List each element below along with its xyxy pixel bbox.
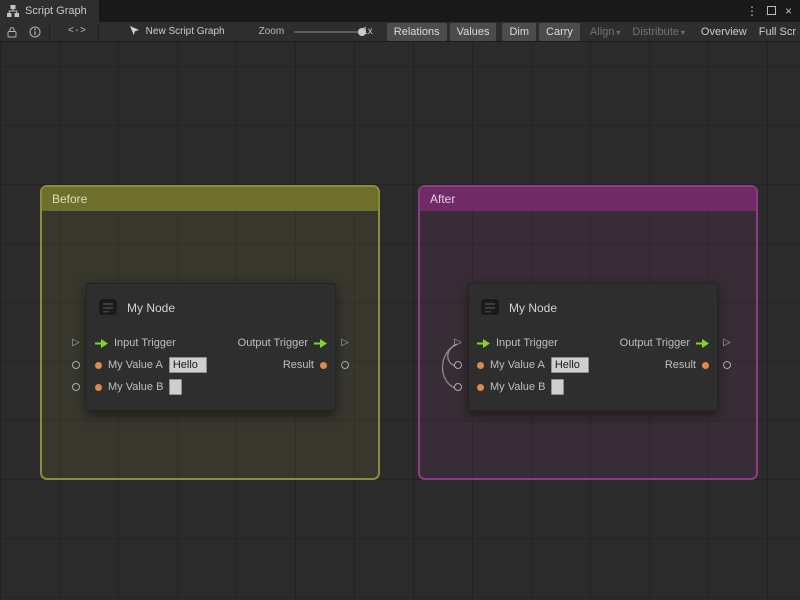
group-after[interactable]: After ▷ ▷ My Node bbox=[418, 185, 758, 480]
group-before-header[interactable]: Before bbox=[42, 187, 378, 211]
value-port-icon[interactable] bbox=[702, 362, 709, 369]
graph-asset-icon bbox=[129, 25, 140, 39]
align-button[interactable]: Align▾ bbox=[586, 24, 624, 40]
port-label-input-trigger: Input Trigger bbox=[114, 337, 176, 349]
unit-icon bbox=[480, 297, 500, 320]
chevron-down-icon: ▾ bbox=[616, 28, 620, 37]
values-button[interactable]: Values bbox=[450, 23, 497, 41]
flow-output-port[interactable]: ▷ bbox=[341, 338, 349, 348]
flow-arrow-icon[interactable] bbox=[696, 339, 709, 348]
group-after-header[interactable]: After bbox=[420, 187, 756, 211]
flow-input-port[interactable]: ▷ bbox=[72, 338, 80, 348]
node-title: My Node bbox=[509, 301, 557, 315]
port-label-result: Result bbox=[665, 359, 696, 371]
close-icon[interactable]: × bbox=[785, 5, 792, 17]
port-label-value-b: My Value B bbox=[108, 381, 163, 393]
lock-icon[interactable] bbox=[7, 26, 17, 38]
graph-name-label: New Script Graph bbox=[146, 26, 225, 37]
node-row: My Value A Result bbox=[87, 354, 335, 376]
distribute-button[interactable]: Distribute▾ bbox=[628, 24, 688, 40]
flow-arrow-icon[interactable] bbox=[314, 339, 327, 348]
port-label-output-trigger: Output Trigger bbox=[238, 337, 308, 349]
unit-icon bbox=[98, 297, 118, 320]
window-controls: ⋮ × bbox=[746, 5, 800, 17]
group-before[interactable]: Before ▷ ▷ My Node Input Trigger bbox=[40, 185, 380, 480]
result-port[interactable] bbox=[723, 361, 731, 369]
graph-asset-button[interactable]: New Script Graph bbox=[129, 25, 225, 39]
flow-arrow-icon[interactable] bbox=[477, 339, 490, 348]
value-b-port[interactable] bbox=[72, 383, 80, 391]
toolbar-divider bbox=[98, 25, 99, 39]
value-b-input[interactable] bbox=[169, 379, 182, 395]
tab-script-graph[interactable]: Script Graph bbox=[0, 0, 99, 22]
distribute-label: Distribute bbox=[632, 26, 678, 38]
node-title: My Node bbox=[127, 301, 175, 315]
flow-arrow-icon[interactable] bbox=[95, 339, 108, 348]
zoom-slider-handle[interactable] bbox=[358, 28, 366, 36]
flow-output-port[interactable]: ▷ bbox=[723, 338, 731, 348]
code-icon[interactable]: <·> bbox=[68, 26, 86, 37]
group-before-title: Before bbox=[52, 192, 87, 206]
value-b-input[interactable] bbox=[551, 379, 564, 395]
node-my-node[interactable]: My Node Input Trigger Output Trigger bbox=[468, 283, 718, 411]
maximize-icon[interactable] bbox=[767, 5, 776, 17]
value-port-icon[interactable] bbox=[477, 384, 484, 391]
port-label-value-a: My Value A bbox=[108, 359, 163, 371]
node-header[interactable]: My Node bbox=[87, 284, 335, 332]
flow-input-port[interactable]: ▷ bbox=[454, 338, 462, 348]
value-a-input[interactable] bbox=[169, 357, 207, 373]
port-label-input-trigger: Input Trigger bbox=[496, 337, 558, 349]
value-b-port[interactable] bbox=[454, 383, 462, 391]
overview-button[interactable]: Overview bbox=[697, 24, 751, 40]
info-icon[interactable] bbox=[29, 26, 41, 38]
value-port-icon[interactable] bbox=[95, 362, 102, 369]
zoom-slider[interactable] bbox=[294, 27, 358, 37]
chevron-down-icon: ▾ bbox=[681, 28, 685, 37]
result-port[interactable] bbox=[341, 361, 349, 369]
value-a-input[interactable] bbox=[551, 357, 589, 373]
node-row: My Value A Result bbox=[469, 354, 717, 376]
value-port-icon[interactable] bbox=[95, 384, 102, 391]
zoom-label: Zoom bbox=[259, 26, 285, 37]
port-label-value-a: My Value A bbox=[490, 359, 545, 371]
value-port-icon[interactable] bbox=[477, 362, 484, 369]
align-label: Align bbox=[590, 26, 614, 38]
relations-button[interactable]: Relations bbox=[387, 23, 447, 41]
node-row: My Value B bbox=[469, 376, 717, 398]
node-row: My Value B bbox=[87, 376, 335, 398]
node-row: Input Trigger Output Trigger bbox=[87, 332, 335, 354]
value-a-port[interactable] bbox=[454, 361, 462, 369]
graph-canvas[interactable]: Before ▷ ▷ My Node Input Trigger bbox=[0, 42, 800, 600]
value-port-icon[interactable] bbox=[320, 362, 327, 369]
port-label-value-b: My Value B bbox=[490, 381, 545, 393]
group-after-title: After bbox=[430, 192, 455, 206]
toolbar-divider bbox=[49, 25, 50, 39]
dim-button[interactable]: Dim bbox=[502, 23, 536, 41]
fullscreen-button[interactable]: Full Scr bbox=[755, 24, 800, 40]
graph-toolbar: <·> New Script Graph Zoom 1x Relations V… bbox=[0, 22, 800, 42]
script-graph-icon bbox=[7, 5, 19, 17]
kebab-menu-icon[interactable]: ⋮ bbox=[746, 5, 758, 17]
node-row: Input Trigger Output Trigger bbox=[469, 332, 717, 354]
node-my-node[interactable]: My Node Input Trigger Output Trigger bbox=[86, 283, 336, 411]
tab-title: Script Graph bbox=[25, 5, 87, 17]
node-header[interactable]: My Node bbox=[469, 284, 717, 332]
value-a-port[interactable] bbox=[72, 361, 80, 369]
port-label-output-trigger: Output Trigger bbox=[620, 337, 690, 349]
carry-button[interactable]: Carry bbox=[539, 23, 580, 41]
tab-bar: Script Graph ⋮ × bbox=[0, 0, 800, 22]
port-label-result: Result bbox=[283, 359, 314, 371]
